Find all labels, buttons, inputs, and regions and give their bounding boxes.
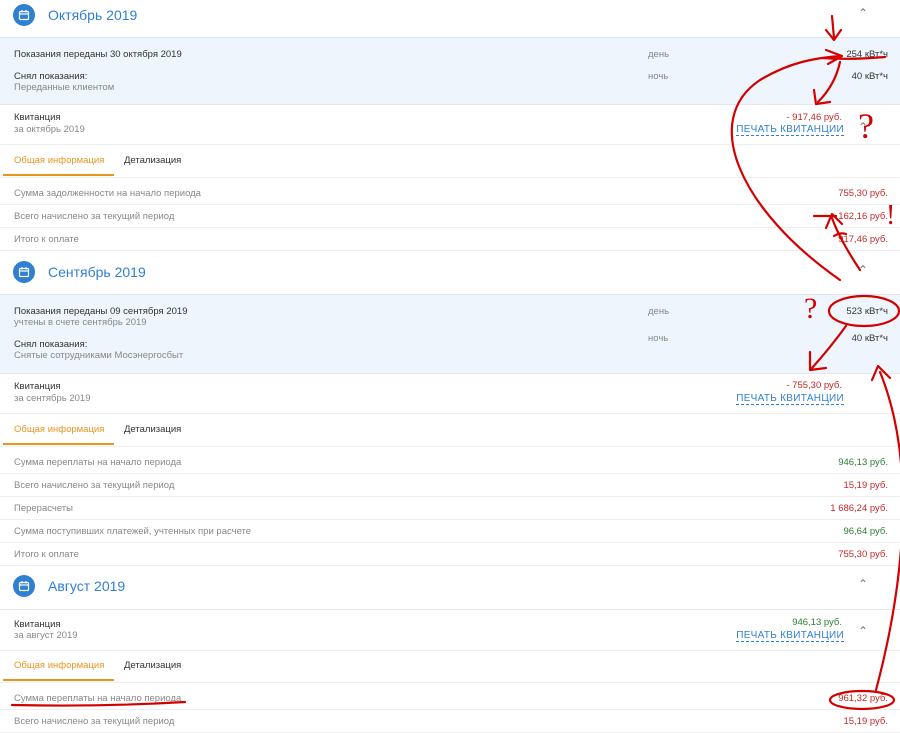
chevron-up-icon[interactable]: ⌃ — [856, 6, 870, 20]
section-header[interactable]: Сентябрь 2019 ⌃ — [0, 257, 900, 289]
meter-readings: Показания переданы 09 сентября 2019 учте… — [0, 294, 900, 374]
summary-row: Итого к оплате 917,46 руб. — [0, 228, 900, 251]
row-value: 15,19 руб. — [843, 716, 888, 727]
receipt-period: за сентябрь 2019 — [14, 393, 91, 404]
section-header[interactable]: Август 2019 ⌃ — [0, 571, 900, 603]
receipt-label: Квитанция — [14, 619, 61, 630]
section-title: Октябрь 2019 — [48, 7, 138, 23]
row-value: 755,30 руб. — [838, 188, 888, 199]
tab-general-info[interactable]: Общая информация — [14, 155, 104, 166]
row-label: Сумма задолженности на начало периода — [14, 188, 201, 199]
calendar-icon — [13, 4, 35, 26]
taken-by-label: Снял показания: — [14, 339, 88, 350]
summary-row: Всего начислено за текущий период 15,19 р… — [0, 710, 900, 733]
row-label: Всего начислено за текущий период — [14, 716, 175, 727]
tab-details[interactable]: Детализация — [124, 660, 181, 671]
row-value: 162,16 руб. — [838, 211, 888, 222]
tab-general-info[interactable]: Общая информация — [14, 424, 104, 435]
summary-row: Сумма задолженности на начало периода 755… — [0, 182, 900, 205]
receipt-row: Квитанция за сентябрь 2019 - 755,30 руб.… — [0, 373, 900, 414]
taken-by-value: Снятые сотрудниками Мосэнергосбыт — [14, 350, 184, 361]
row-value: 917,46 руб. — [838, 234, 888, 245]
section-october: Октябрь 2019 ⌃ Показания переданы 30 окт… — [0, 0, 900, 256]
day-label: день — [648, 306, 670, 317]
summary-row: Сумма переплаты на начало периода 961,32 … — [0, 687, 900, 710]
chevron-up-icon[interactable]: ⌃ — [856, 577, 870, 591]
receipt-period: за август 2019 — [14, 630, 78, 641]
chevron-up-icon[interactable]: ⌃ — [856, 624, 870, 638]
receipt-amount: - 917,46 руб. — [786, 112, 842, 123]
summary-row: Сумма поступивших платежей, учтенных при… — [0, 520, 900, 543]
readings-date: Показания переданы 09 сентября 2019 — [14, 306, 188, 317]
row-value: 946,13 руб. — [838, 457, 888, 468]
summary-row: Итого к оплате 755,30 руб. — [0, 543, 900, 566]
summary-row: Перерасчеты 1 686,24 руб. — [0, 497, 900, 520]
tabs: Общая информация Детализация — [0, 414, 900, 447]
night-value: 40 кВт*ч — [851, 333, 888, 344]
day-label: день — [648, 49, 670, 60]
calendar-icon — [13, 261, 35, 283]
night-value: 40 кВт*ч — [851, 71, 888, 82]
summary-row: Всего начислено за текущий период 15,19 р… — [0, 474, 900, 497]
receipt-label: Квитанция — [14, 112, 61, 123]
tab-active-indicator — [3, 174, 114, 176]
row-label: Всего начислено за текущий период — [14, 211, 175, 222]
row-value: 755,30 руб. — [838, 549, 888, 560]
receipt-amount: - 755,30 руб. — [786, 380, 842, 391]
section-title: Сентябрь 2019 — [48, 264, 146, 280]
day-value: 254 кВт*ч — [846, 49, 888, 60]
receipt-row: Квитанция за октябрь 2019 - 917,46 руб. … — [0, 104, 900, 145]
row-value: 961,32 руб. — [838, 693, 888, 704]
section-header[interactable]: Октябрь 2019 ⌃ — [0, 0, 900, 32]
receipt-period: за октябрь 2019 — [14, 124, 85, 135]
row-label: Итого к оплате — [14, 549, 79, 560]
meter-readings: Показания переданы 30 октября 2019 Снял … — [0, 37, 900, 105]
tab-details[interactable]: Детализация — [124, 155, 181, 166]
section-title: Август 2019 — [48, 578, 126, 594]
tab-active-indicator — [3, 679, 114, 681]
row-label: Всего начислено за текущий период — [14, 480, 175, 491]
summary-row: Всего начислено за текущий период 162,16 … — [0, 205, 900, 228]
chevron-up-icon[interactable]: ⌃ — [856, 263, 870, 277]
tab-active-indicator — [3, 443, 114, 445]
readings-note: учтены в счете сентябрь 2019 — [14, 317, 147, 328]
row-label: Сумма переплаты на начало периода — [14, 457, 182, 468]
day-value: 523 кВт*ч — [846, 306, 888, 317]
print-receipt-link[interactable]: ПЕЧАТЬ КВИТАНЦИИ — [736, 124, 844, 136]
section-august: Август 2019 ⌃ Квитанция за август 2019 9… — [0, 571, 900, 733]
row-value: 15,19 руб. — [843, 480, 888, 491]
section-september: Сентябрь 2019 ⌃ Показания переданы 09 се… — [0, 257, 900, 567]
night-label: ночь — [648, 333, 669, 344]
tab-details[interactable]: Детализация — [124, 424, 181, 435]
calendar-icon — [13, 575, 35, 597]
receipt-row: Квитанция за август 2019 946,13 руб. ПЕЧ… — [0, 609, 900, 651]
taken-by-label: Снял показания: — [14, 71, 88, 82]
readings-date: Показания переданы 30 октября 2019 — [14, 49, 182, 60]
print-receipt-link[interactable]: ПЕЧАТЬ КВИТАНЦИИ — [736, 630, 844, 642]
row-value: 96,64 руб. — [843, 526, 888, 537]
row-label: Перерасчеты — [14, 503, 73, 514]
chevron-up-icon[interactable]: ⌃ — [856, 120, 870, 134]
row-value: 1 686,24 руб. — [830, 503, 888, 514]
receipt-label: Квитанция — [14, 381, 61, 392]
tab-general-info[interactable]: Общая информация — [14, 660, 104, 671]
taken-by-value: Переданные клиентом — [14, 82, 115, 93]
receipt-amount: 946,13 руб. — [792, 617, 842, 628]
summary-row: Сумма переплаты на начало периода 946,13 … — [0, 451, 900, 474]
print-receipt-link[interactable]: ПЕЧАТЬ КВИТАНЦИИ — [736, 393, 844, 405]
row-label: Сумма переплаты на начало периода — [14, 693, 182, 704]
tabs: Общая информация Детализация — [0, 145, 900, 178]
tabs: Общая информация Детализация — [0, 650, 900, 683]
row-label: Сумма поступивших платежей, учтенных при… — [14, 526, 252, 537]
night-label: ночь — [648, 71, 669, 82]
row-label: Итого к оплате — [14, 234, 79, 245]
